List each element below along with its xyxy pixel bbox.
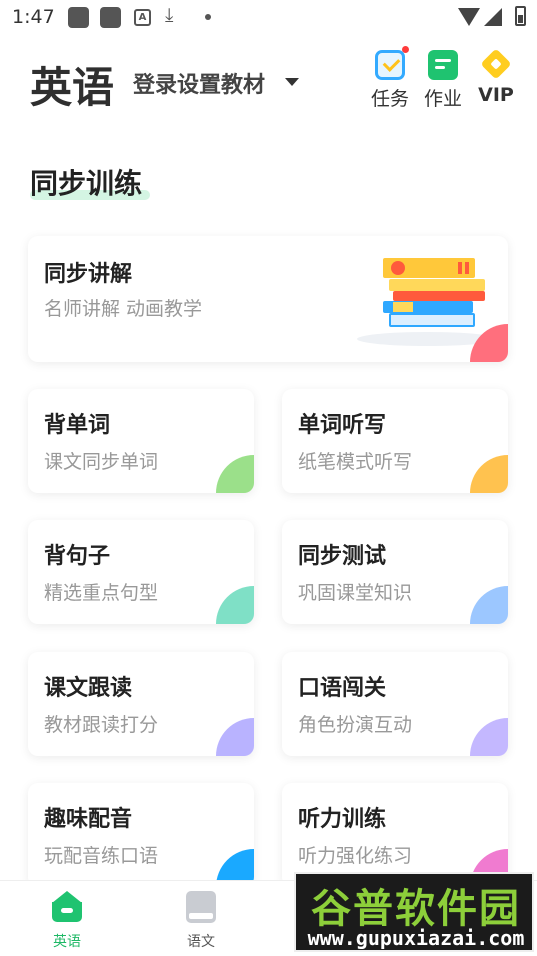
card-subtitle: 教材跟读打分	[44, 714, 159, 736]
status-bar: 1:47 A ⤓	[0, 0, 537, 34]
fun-dubbing-card[interactable]: 趣味配音 玩配音练口语	[28, 783, 254, 887]
memorize-sentences-card[interactable]: 背句子 精选重点句型	[28, 520, 254, 624]
card-title: 同步讲解	[44, 262, 133, 287]
chevron-down-icon[interactable]	[285, 78, 299, 86]
card-title: 背单词	[44, 413, 111, 438]
tab-label: 语文	[187, 934, 215, 950]
vip-diamond-icon	[481, 50, 511, 80]
site-watermark: 谷普软件园 www.gupuxiazai.com	[294, 872, 534, 952]
card-subtitle: 听力强化练习	[298, 845, 413, 867]
card-subtitle: 精选重点句型	[44, 582, 159, 604]
more-notifications-icon	[205, 14, 211, 20]
oral-challenge-card[interactable]: 口语闯关 角色扮演互动	[282, 652, 508, 756]
notification-badge	[402, 46, 409, 53]
home-icon	[48, 891, 86, 923]
card-title: 背句子	[44, 544, 111, 569]
card-subtitle: 巩固课堂知识	[298, 582, 413, 604]
vip-label: VIP	[478, 84, 514, 106]
task-check-icon	[375, 46, 409, 80]
card-title: 趣味配音	[44, 807, 133, 832]
card-title: 听力训练	[298, 807, 387, 832]
sync-test-card[interactable]: 同步测试 巩固课堂知识	[282, 520, 508, 624]
homework-button[interactable]: 作业	[420, 50, 466, 111]
card-subtitle: 角色扮演互动	[298, 714, 413, 736]
download-icon: ⤓	[165, 4, 174, 26]
tab-chinese[interactable]: 语文	[171, 891, 231, 951]
card-corner-decoration	[470, 718, 508, 756]
tab-english[interactable]: 英语	[37, 891, 97, 951]
task-button[interactable]: 任务	[367, 46, 413, 111]
a-notification-icon: A	[134, 9, 151, 26]
card-subtitle: 名师讲解 动画教学	[44, 298, 203, 320]
text-follow-reading-card[interactable]: 课文跟读 教材跟读打分	[28, 652, 254, 756]
card-subtitle: 玩配音练口语	[44, 845, 159, 867]
card-title: 课文跟读	[44, 676, 133, 701]
subject-title[interactable]: 英语	[30, 54, 114, 115]
card-subtitle: 课文同步单词	[44, 451, 159, 473]
cell-signal-icon	[484, 8, 502, 26]
card-title: 口语闯关	[298, 676, 387, 701]
section-title: 同步训练	[30, 167, 143, 200]
memorize-words-card[interactable]: 背单词 课文同步单词	[28, 389, 254, 493]
card-title: 同步测试	[298, 544, 387, 569]
card-corner-decoration	[470, 455, 508, 493]
task-label: 任务	[370, 88, 409, 110]
card-corner-decoration	[470, 586, 508, 624]
word-dictation-card[interactable]: 单词听写 纸笔模式听写	[282, 389, 508, 493]
wifi-icon	[458, 8, 480, 26]
textbook-selector[interactable]: 登录设置教材	[133, 67, 265, 99]
homework-label: 作业	[423, 88, 462, 110]
vip-button[interactable]: VIP	[473, 50, 519, 106]
sync-lecture-card[interactable]: 同步讲解 名师讲解 动画教学	[28, 236, 508, 362]
battery-icon	[515, 6, 526, 26]
notification-icon	[100, 7, 121, 28]
card-subtitle: 纸笔模式听写	[298, 451, 413, 473]
homework-icon	[428, 50, 458, 80]
notification-icon	[68, 7, 89, 28]
card-corner-decoration	[216, 455, 254, 493]
card-title: 单词听写	[298, 413, 387, 438]
book-icon	[186, 891, 216, 923]
card-corner-decoration	[216, 718, 254, 756]
tab-label: 英语	[53, 934, 81, 950]
status-time: 1:47	[12, 6, 55, 28]
watermark-url: www.gupuxiazai.com	[307, 926, 525, 950]
app-header: 英语 登录设置教材 任务 作业 VIP	[0, 46, 537, 120]
card-corner-decoration	[216, 586, 254, 624]
